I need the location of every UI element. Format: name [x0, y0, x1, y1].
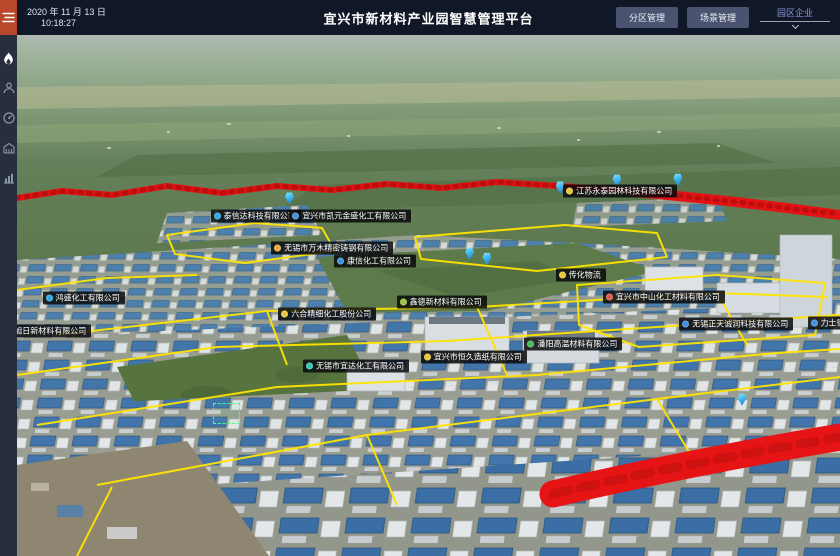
- page-title: 宜兴市新材料产业园智慧管理平台: [323, 8, 533, 27]
- company-label-text: 无锡市万木精密铸钢有限公司: [284, 242, 388, 255]
- bar-chart-icon: [3, 172, 15, 184]
- company-label-text: 宜兴市中山化工材料有限公司: [616, 291, 720, 304]
- company-label[interactable]: 宜兴市恒久造纸有限公司: [421, 350, 527, 363]
- company-label[interactable]: 鸿盛化工有限公司: [43, 292, 125, 305]
- user-icon: [3, 82, 15, 94]
- company-label[interactable]: 传化物流: [556, 269, 606, 282]
- company-label[interactable]: 宜兴市中山化工材料有限公司: [603, 291, 725, 304]
- company-label[interactable]: 宜兴市旭日新材料有限公司: [17, 324, 91, 337]
- zone-manage-button[interactable]: 分区管理: [616, 7, 678, 28]
- time-text: 10:18:27: [41, 18, 106, 29]
- scene-manage-button[interactable]: 场景管理: [687, 7, 749, 28]
- date-text: 2020 年 11 月 13 日: [27, 7, 106, 18]
- company-label[interactable]: 无锡市万木精密铸钢有限公司: [271, 242, 393, 255]
- company-marker-icon: [400, 298, 407, 305]
- company-label-text: 泰信达科技有限公司: [224, 209, 296, 222]
- sidebar-item-statistics[interactable]: [0, 163, 17, 193]
- company-label[interactable]: 鑫德新材料有限公司: [397, 295, 487, 308]
- park-enterprise-label: 园区企业: [777, 7, 813, 19]
- company-marker-icon: [566, 188, 573, 195]
- main-area: 2020 年 11 月 13 日 10:18:27 宜兴市新材料产业园智慧管理平…: [17, 0, 840, 556]
- company-marker-icon: [337, 258, 344, 265]
- company-label-text: 鸿盛化工有限公司: [56, 292, 120, 305]
- company-marker-icon: [281, 311, 288, 318]
- company-marker-icon: [274, 245, 281, 252]
- company-label[interactable]: 潘阳高温材料有限公司: [524, 337, 622, 350]
- company-marker-icon: [682, 321, 689, 328]
- company-marker-icon: [527, 340, 534, 347]
- company-label[interactable]: 六合精细化工股份公司: [278, 308, 376, 321]
- company-marker-icon: [424, 353, 431, 360]
- company-label-text: 力士德精密铸造有限公司: [821, 317, 840, 330]
- company-marker-icon: [811, 320, 818, 327]
- sidebar-item-menu[interactable]: [0, 0, 17, 35]
- selection-box: [213, 403, 240, 424]
- chevron-down-icon: [791, 22, 798, 29]
- company-marker-icon: [214, 212, 221, 219]
- datetime-block: 2020 年 11 月 13 日 10:18:27: [27, 7, 106, 29]
- company-marker-icon: [292, 212, 299, 219]
- factory-icon: [3, 142, 15, 154]
- header-actions: 分区管理 场景管理 园区企业: [616, 7, 840, 28]
- map-pin-icon[interactable]: [284, 192, 295, 205]
- company-label[interactable]: 无锡市宜达化工有限公司: [303, 359, 409, 372]
- company-marker-icon: [46, 295, 53, 302]
- park-enterprise-dropdown[interactable]: 园区企业: [758, 7, 832, 28]
- map-pin-icon[interactable]: [481, 252, 492, 265]
- company-label-text: 潘阳高温材料有限公司: [537, 337, 617, 350]
- company-marker-icon: [306, 362, 313, 369]
- company-label-text: 鑫德新材料有限公司: [410, 295, 482, 308]
- app-window: 2020 年 11 月 13 日 10:18:27 宜兴市新材料产业园智慧管理平…: [0, 0, 840, 556]
- company-label-text: 无锡市宜达化工有限公司: [316, 359, 404, 372]
- sidebar-item-monitor[interactable]: [0, 103, 17, 133]
- company-label-text: 六合精细化工股份公司: [291, 308, 371, 321]
- company-label-text: 江苏永泰园林科技有限公司: [576, 185, 672, 198]
- map-overlay: 泰信达科技有限公司宜兴市凯元金盛化工有限公司无锡市万木精密铸钢有限公司康信化工有…: [17, 35, 840, 556]
- company-label-text: 康信化工有限公司: [347, 255, 411, 268]
- company-label[interactable]: 江苏永泰园林科技有限公司: [563, 185, 677, 198]
- company-label-text: 传化物流: [569, 269, 601, 282]
- company-label[interactable]: 康信化工有限公司: [334, 255, 416, 268]
- company-label[interactable]: 宜兴市凯元金盛化工有限公司: [289, 209, 411, 222]
- sidebar-item-enterprise[interactable]: [0, 133, 17, 163]
- company-label-text: 宜兴市旭日新材料有限公司: [17, 324, 86, 337]
- company-marker-icon: [606, 294, 613, 301]
- company-label[interactable]: 力士德精密铸造有限公司: [808, 317, 840, 330]
- map-pin-icon[interactable]: [737, 393, 748, 406]
- company-label[interactable]: 泰信达科技有限公司: [211, 209, 301, 222]
- menu-icon: [2, 12, 15, 23]
- map-pin-icon[interactable]: [464, 247, 475, 260]
- sidebar-item-alarm[interactable]: [0, 43, 17, 73]
- company-label[interactable]: 无锡正天诚润科技有限公司: [679, 318, 793, 331]
- fire-icon: [3, 52, 14, 65]
- header-bar: 2020 年 11 月 13 日 10:18:27 宜兴市新材料产业园智慧管理平…: [17, 0, 840, 35]
- company-marker-icon: [559, 272, 566, 279]
- sidebar: [0, 0, 17, 556]
- company-label-text: 无锡正天诚润科技有限公司: [692, 318, 788, 331]
- company-label-text: 宜兴市恒久造纸有限公司: [434, 350, 522, 363]
- map-viewport[interactable]: 泰信达科技有限公司宜兴市凯元金盛化工有限公司无锡市万木精密铸钢有限公司康信化工有…: [17, 35, 840, 556]
- gauge-icon: [3, 112, 15, 124]
- company-label-text: 宜兴市凯元金盛化工有限公司: [302, 209, 406, 222]
- sidebar-item-personnel[interactable]: [0, 73, 17, 103]
